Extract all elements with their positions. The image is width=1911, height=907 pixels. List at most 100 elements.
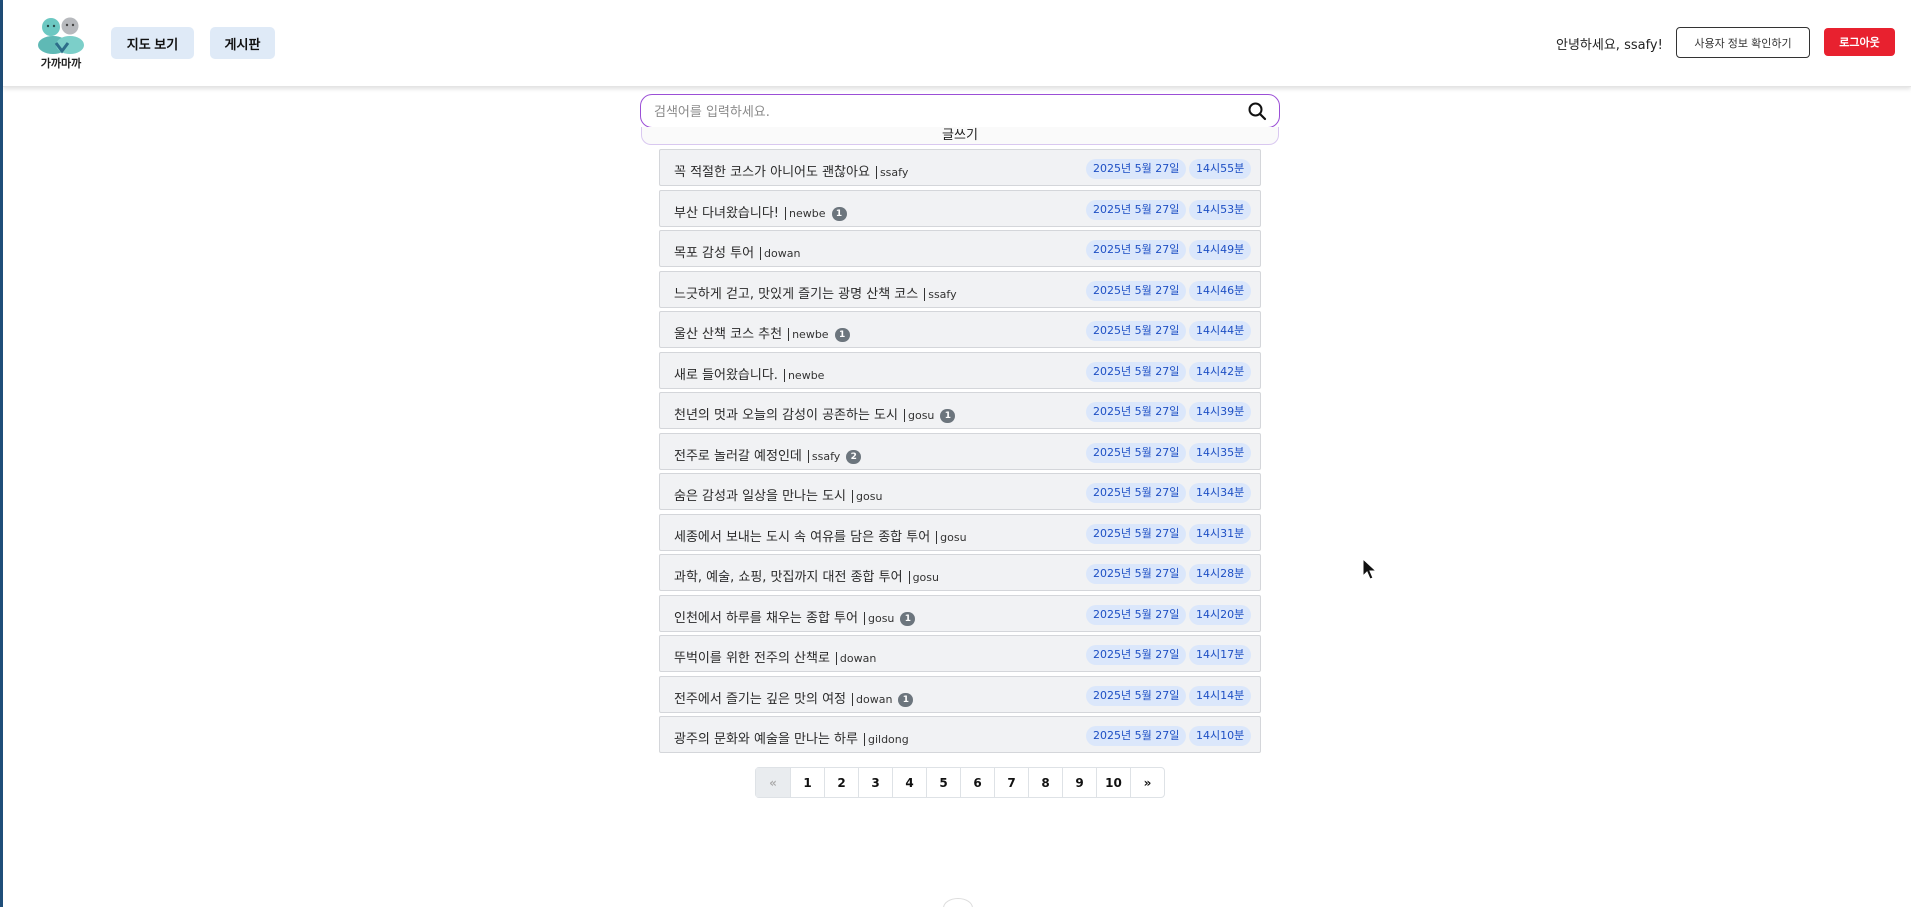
post-title[interactable]: 울산 산책 코스 추천	[674, 327, 782, 342]
nav-map-view-button[interactable]: 지도 보기	[111, 27, 194, 59]
post-time-badge: 14시39분	[1189, 402, 1252, 422]
post-title[interactable]: 인천에서 하루를 채우는 종합 투어	[674, 611, 858, 626]
post-author: ssafy	[807, 449, 841, 463]
post-title[interactable]: 새로 들어왔습니다.	[674, 368, 778, 383]
post-row[interactable]: 전주에서 즐기는 깊은 맛의 여정 dowan 1 2025년 5월 27일 14시14…	[659, 675, 1261, 713]
page-link[interactable]: 3	[858, 768, 892, 797]
post-time-badge: 14시28분	[1189, 564, 1252, 584]
post-time-badge: 14시46분	[1189, 280, 1252, 301]
post-title[interactable]: 천년의 멋과 오늘의 감성이 공존하는 도시	[674, 408, 898, 423]
top-navbar: 가까마까 지도 보기 게시판 안녕하세요, ssafy! 사용자 정보 확인하기…	[3, 0, 1911, 87]
post-time-badge: 14시49분	[1189, 240, 1252, 260]
post-title[interactable]: 꼭 적절한 코스가 아니어도 괜찮아요	[674, 165, 870, 180]
post-title-line: 부산 다녀왔습니다! newbe 1	[674, 202, 847, 221]
post-row[interactable]: 꼭 적절한 코스가 아니어도 괜찮아요 ssafy 2025년 5월 27일 14시5…	[659, 149, 1261, 186]
page-link[interactable]: 6	[960, 768, 994, 797]
post-row[interactable]: 숨은 감성과 일상을 만나는 도시 gosu 2025년 5월 27일 14시34분	[659, 473, 1261, 510]
post-date-badge: 2025년 5월 27일	[1086, 604, 1187, 625]
post-date-badge: 2025년 5월 27일	[1086, 726, 1187, 746]
post-row[interactable]: 부산 다녀왔습니다! newbe 1 2025년 5월 27일 14시53분	[659, 189, 1261, 227]
post-title[interactable]: 숨은 감성과 일상을 만나는 도시	[674, 489, 846, 504]
post-title-line: 울산 산책 코스 추천 newbe 1	[674, 323, 850, 342]
post-title[interactable]: 부산 다녀왔습니다!	[674, 206, 779, 221]
post-time-badge: 14시44분	[1189, 321, 1252, 341]
post-title-line: 세종에서 보내는 도시 속 여유를 담은 종합 투어 gosu	[674, 526, 967, 545]
post-author: dowan	[760, 247, 801, 260]
post-title[interactable]: 전주로 놀러갈 예정인데	[674, 449, 802, 464]
post-time-badge: 14시53분	[1189, 199, 1252, 220]
post-row[interactable]: 과학, 예술, 쇼핑, 맛집까지 대전 종합 투어 gosu 2025년 5월 27…	[659, 554, 1261, 591]
post-time-badge: 14시17분	[1189, 645, 1252, 665]
post-row[interactable]: 목포 감성 투어 dowan 2025년 5월 27일 14시49분	[659, 230, 1261, 267]
page-next-button[interactable]: »	[1130, 768, 1164, 797]
post-author: ssafy	[875, 166, 909, 179]
comment-count-badge: 1	[900, 611, 916, 626]
user-info-button[interactable]: 사용자 정보 확인하기	[1676, 27, 1810, 58]
logout-button[interactable]: 로그아웃	[1824, 28, 1895, 56]
post-row[interactable]: 느긋하게 걷고, 맛있게 즐기는 광명 산책 코스 ssafy 2025년 5월 2…	[659, 270, 1261, 308]
post-title-line: 광주의 문화와 예술을 만나는 하루 gildong	[674, 728, 909, 747]
post-author: newbe	[785, 206, 826, 220]
post-author: ssafy	[924, 287, 957, 301]
post-author: gildong	[863, 733, 909, 746]
user-greeting: 안녕하세요, ssafy!	[1556, 38, 1663, 53]
page-link[interactable]: 1	[790, 768, 824, 797]
post-title-line: 꼭 적절한 코스가 아니어도 괜찮아요 ssafy	[674, 161, 909, 180]
post-time-badge: 14시14분	[1189, 685, 1252, 706]
search-input[interactable]	[654, 102, 1234, 122]
post-date-badge: 2025년 5월 27일	[1086, 564, 1187, 584]
page-link[interactable]: 10	[1096, 768, 1130, 797]
post-row[interactable]: 뚜벅이를 위한 전주의 산책로 dowan 2025년 5월 27일 14시17분	[659, 635, 1261, 672]
post-title-line: 목포 감성 투어 dowan	[674, 242, 801, 261]
post-title[interactable]: 느긋하게 걷고, 맛있게 즐기는 광명 산책 코스	[674, 287, 918, 302]
post-title-line: 전주에서 즐기는 깊은 맛의 여정 dowan 1	[674, 688, 914, 707]
post-time-badge: 14시10분	[1189, 726, 1252, 746]
comment-count-badge: 1	[940, 409, 956, 423]
site-logo[interactable]: 가까마까	[36, 15, 86, 71]
post-author: gosu	[863, 611, 895, 625]
post-author: newbe	[788, 328, 829, 341]
comment-count-badge: 2	[846, 449, 862, 464]
post-title-line: 전주로 놀러갈 예정인데 ssafy 2	[674, 445, 862, 464]
page-link[interactable]: 5	[926, 768, 960, 797]
post-date-badge: 2025년 5월 27일	[1086, 361, 1187, 382]
post-date-badge: 2025년 5월 27일	[1086, 402, 1187, 422]
post-row[interactable]: 인천에서 하루를 채우는 종합 투어 gosu 1 2025년 5월 27일 14시20…	[659, 594, 1261, 632]
page-link[interactable]: 2	[824, 768, 858, 797]
post-title[interactable]: 뚜벅이를 위한 전주의 산책로	[674, 651, 830, 666]
post-row[interactable]: 전주로 놀러갈 예정인데 ssafy 2 2025년 5월 27일 14시35분	[659, 432, 1261, 470]
page-link[interactable]: 4	[892, 768, 926, 797]
post-author: gosu	[903, 409, 935, 422]
window-left-edge	[0, 0, 3, 907]
search-icon[interactable]	[1247, 101, 1267, 121]
post-title[interactable]: 과학, 예술, 쇼핑, 맛집까지 대전 종합 투어	[674, 570, 903, 585]
post-date-badge: 2025년 5월 27일	[1086, 199, 1187, 220]
post-row[interactable]: 천년의 멋과 오늘의 감성이 공존하는 도시 gosu 1 2025년 5월 27일 1…	[659, 392, 1261, 429]
post-title[interactable]: 세종에서 보내는 도시 속 여유를 담은 종합 투어	[674, 530, 930, 545]
comment-count-badge: 1	[831, 206, 847, 221]
post-date-badge: 2025년 5월 27일	[1086, 159, 1187, 179]
pagination: «1 2 3 4 5 6 7 8 9 10»	[755, 767, 1165, 798]
write-post-button[interactable]: 글쓰기	[641, 127, 1279, 145]
page-link[interactable]: 7	[994, 768, 1028, 797]
post-title[interactable]: 전주에서 즐기는 깊은 맛의 여정	[674, 692, 846, 707]
post-title-line: 천년의 멋과 오늘의 감성이 공존하는 도시 gosu 1	[674, 404, 956, 423]
post-title-line: 느긋하게 걷고, 맛있게 즐기는 광명 산책 코스 ssafy	[674, 283, 957, 302]
post-title[interactable]: 광주의 문화와 예술을 만나는 하루	[674, 732, 858, 747]
scroll-top-hint	[943, 898, 973, 907]
post-row[interactable]: 세종에서 보내는 도시 속 여유를 담은 종합 투어 gosu 2025년 5월 2…	[659, 513, 1261, 551]
post-title[interactable]: 목포 감성 투어	[674, 246, 754, 261]
page-link[interactable]: 9	[1062, 768, 1096, 797]
post-row[interactable]: 새로 들어왔습니다. newbe 2025년 5월 27일 14시42분	[659, 351, 1261, 389]
post-title-line: 숨은 감성과 일상을 만나는 도시 gosu	[674, 485, 883, 504]
post-author: newbe	[783, 368, 825, 382]
post-time-badge: 14시31분	[1189, 523, 1252, 544]
page-link[interactable]: 8	[1028, 768, 1062, 797]
post-row[interactable]: 광주의 문화와 예술을 만나는 하루 gildong 2025년 5월 27일 14시…	[659, 716, 1261, 753]
post-time-badge: 14시55분	[1189, 159, 1252, 179]
search-bar	[640, 94, 1280, 128]
post-time-badge: 14시20분	[1189, 604, 1252, 625]
nav-board-button[interactable]: 게시판	[210, 27, 275, 59]
post-title-line: 새로 들어왔습니다. newbe	[674, 364, 825, 383]
post-row[interactable]: 울산 산책 코스 추천 newbe 1 2025년 5월 27일 14시44분	[659, 311, 1261, 348]
